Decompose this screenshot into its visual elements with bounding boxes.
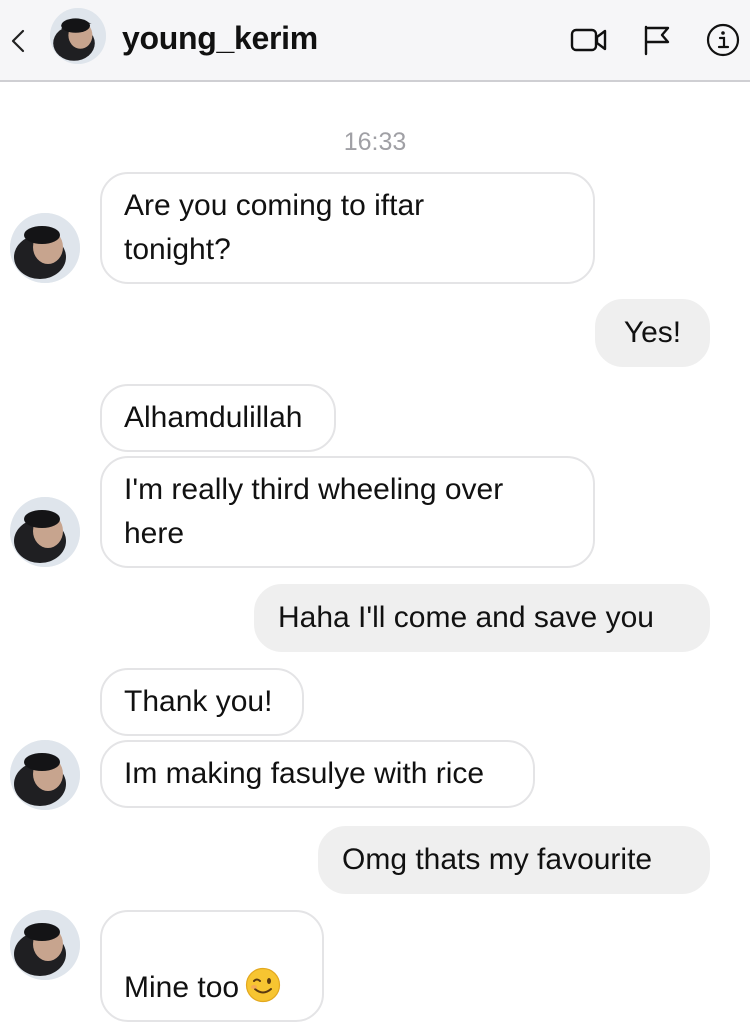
chat-header: young_kerim — [0, 0, 750, 82]
message-bubble-outgoing[interactable]: Omg thats my favourite — [318, 826, 710, 894]
video-camera-icon — [570, 28, 607, 52]
winking-face-emoji-icon — [245, 967, 281, 1003]
message-text: Mine too — [124, 971, 240, 1004]
avatar[interactable] — [10, 497, 80, 567]
video-call-button[interactable] — [569, 22, 609, 58]
message-bubble-incoming[interactable]: Im making fasulye with rice — [100, 740, 535, 808]
header-avatar[interactable] — [50, 8, 106, 64]
message-bubble-outgoing[interactable]: Yes! — [595, 299, 710, 367]
chevron-left-icon — [11, 29, 25, 53]
report-button[interactable] — [640, 22, 674, 58]
back-button[interactable] — [6, 24, 30, 58]
flag-icon — [644, 25, 670, 56]
message-bubble-incoming[interactable]: Are you coming to iftar tonight? — [100, 172, 595, 284]
message-bubble-incoming[interactable]: Thank you! — [100, 668, 304, 736]
info-icon — [706, 23, 740, 57]
message-timestamp: 16:33 — [343, 128, 407, 156]
avatar[interactable] — [10, 910, 80, 980]
avatar[interactable] — [10, 740, 80, 810]
details-button[interactable] — [705, 22, 741, 58]
avatar[interactable] — [10, 213, 80, 283]
message-bubble-incoming[interactable]: Alhamdulillah — [100, 384, 336, 452]
message-bubble-outgoing[interactable]: Haha I'll come and save you — [254, 584, 710, 652]
conversation-username[interactable]: young_kerim — [122, 20, 318, 57]
message-bubble-incoming[interactable]: I'm really third wheeling over here — [100, 456, 595, 568]
message-bubble-incoming[interactable]: Mine too — [100, 910, 324, 1022]
